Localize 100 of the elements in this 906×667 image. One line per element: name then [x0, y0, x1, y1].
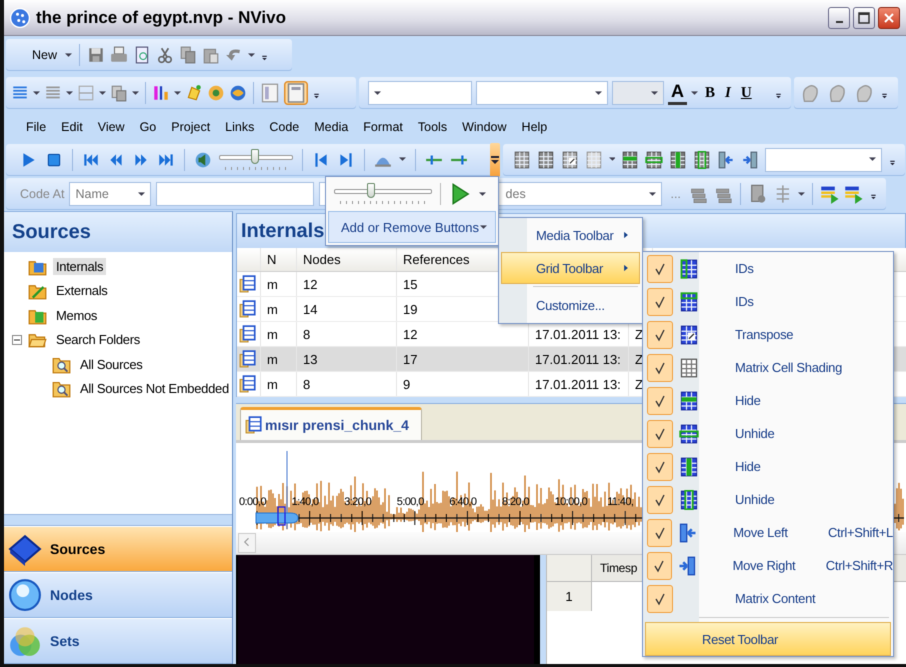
- caret-icon[interactable]: [132, 90, 139, 96]
- name-dropdown[interactable]: Name: [69, 182, 151, 206]
- checkbox[interactable]: [647, 288, 673, 316]
- caret-icon[interactable]: [480, 224, 487, 230]
- slider[interactable]: [219, 146, 293, 172]
- menu-item[interactable]: Tools: [412, 120, 454, 134]
- menu-item[interactable]: Help: [516, 120, 554, 134]
- documents-icon[interactable]: [110, 84, 128, 102]
- menu-item[interactable]: Unhide: [735, 492, 774, 507]
- tree-item[interactable]: Search Folders: [53, 331, 143, 348]
- panel-icon[interactable]: [260, 83, 280, 103]
- minimize-button[interactable]: [828, 6, 850, 28]
- badge-icon[interactable]: [207, 84, 225, 102]
- caret-icon[interactable]: [66, 90, 73, 96]
- collapse-icon[interactable]: [12, 334, 22, 345]
- caret-icon[interactable]: [65, 52, 72, 58]
- menu-item[interactable]: IDs: [735, 261, 754, 276]
- menu-item[interactable]: Move Right: [732, 558, 822, 573]
- speaker-icon[interactable]: [194, 150, 212, 168]
- navigation-button[interactable]: Nodes: [4, 572, 232, 618]
- checkbox[interactable]: [647, 584, 673, 612]
- menu-item[interactable]: Transpose: [735, 327, 794, 342]
- bold-button[interactable]: B: [702, 84, 718, 102]
- underline-button[interactable]: U: [738, 84, 755, 102]
- menu-item[interactable]: View: [92, 120, 131, 134]
- caret-icon[interactable]: [649, 192, 656, 196]
- bar-chart-icon[interactable]: [152, 84, 170, 102]
- caret-icon[interactable]: [33, 90, 40, 96]
- menu-item[interactable]: Edit: [55, 120, 89, 134]
- slider-thumb[interactable]: [367, 183, 376, 198]
- column-header[interactable]: Timesp: [592, 555, 638, 581]
- menu-item[interactable]: Format: [357, 120, 409, 134]
- caret-icon[interactable]: [651, 90, 658, 96]
- copy-icon[interactable]: [179, 46, 198, 64]
- checkbox[interactable]: [647, 518, 672, 546]
- font-color-button[interactable]: A: [668, 81, 687, 105]
- menu-item[interactable]: Code: [263, 120, 306, 134]
- caret-icon[interactable]: [399, 157, 406, 162]
- menu-item[interactable]: IDs: [735, 294, 754, 309]
- checkbox[interactable]: [647, 386, 673, 414]
- tree-item[interactable]: All Sources: [77, 356, 146, 373]
- menu-item[interactable]: Grid Toolbar: [501, 252, 640, 284]
- menu-item[interactable]: Go: [134, 120, 162, 134]
- caret-icon[interactable]: [691, 90, 698, 96]
- grid-icon[interactable]: [693, 150, 711, 168]
- menu-item[interactable]: Media Toolbar: [501, 219, 640, 251]
- code-field[interactable]: [156, 182, 314, 206]
- menu-item[interactable]: Links: [219, 120, 260, 134]
- slider[interactable]: [334, 181, 432, 207]
- checkbox[interactable]: [647, 354, 673, 382]
- report-icon[interactable]: [820, 184, 840, 204]
- column-header[interactable]: N: [261, 248, 297, 271]
- caret-icon[interactable]: [138, 192, 145, 196]
- caret-icon[interactable]: [608, 157, 616, 162]
- caret-icon[interactable]: [248, 52, 256, 58]
- checkbox[interactable]: [647, 320, 673, 348]
- navigation-button[interactable]: Sets: [4, 618, 232, 664]
- menu-item[interactable]: Move Left: [733, 525, 824, 540]
- grid-icon[interactable]: [560, 150, 579, 168]
- checkbox[interactable]: [647, 254, 673, 282]
- menu-item[interactable]: Project: [165, 120, 216, 134]
- checkbox[interactable]: [647, 486, 673, 514]
- menu-item[interactable]: Window: [456, 120, 513, 134]
- grid-icon[interactable]: [513, 150, 531, 168]
- menu-item[interactable]: Media: [308, 120, 354, 134]
- tree-item[interactable]: Externals: [53, 282, 110, 300]
- folder-icon[interactable]: [52, 379, 71, 398]
- save-icon[interactable]: [87, 46, 106, 64]
- caret-icon[interactable]: [374, 90, 381, 96]
- menu-item[interactable]: Add or Remove Buttons: [328, 211, 496, 243]
- checkbox[interactable]: [647, 552, 672, 580]
- tree-item[interactable]: All Sources Not Embedded: [77, 380, 232, 398]
- menu-item[interactable]: Matrix Cell Shading: [735, 360, 842, 375]
- document-tab[interactable]: mısır prensi_chunk_4: [240, 407, 422, 440]
- caret-icon[interactable]: [99, 90, 106, 96]
- column-header[interactable]: Nodes: [297, 248, 397, 271]
- globe-icon[interactable]: [229, 84, 247, 102]
- caret-icon[interactable]: [869, 157, 876, 162]
- toolbar-options-button[interactable]: [490, 142, 500, 176]
- grid-icon[interactable]: [621, 150, 640, 168]
- print-icon[interactable]: [110, 46, 128, 64]
- caret-icon[interactable]: [595, 90, 602, 96]
- caret-icon[interactable]: [798, 192, 805, 196]
- navigation-button[interactable]: Sources: [4, 526, 232, 572]
- cut-icon[interactable]: [156, 46, 174, 64]
- report-icon[interactable]: [844, 184, 864, 204]
- menu-item[interactable]: Matrix Content: [735, 591, 816, 606]
- tree-item[interactable]: Internals: [53, 258, 106, 275]
- tree-item[interactable]: Memos: [53, 306, 100, 324]
- checkbox[interactable]: [647, 452, 673, 480]
- menu-item[interactable]: Reset Toolbar: [645, 622, 891, 656]
- grid-icon[interactable]: [645, 150, 664, 168]
- menu-item[interactable]: Hide: [735, 459, 761, 474]
- maximize-button[interactable]: [853, 6, 875, 28]
- timeline-handle[interactable]: [256, 506, 298, 526]
- move-left-icon[interactable]: [716, 150, 735, 168]
- caret-icon[interactable]: [174, 90, 181, 96]
- close-button[interactable]: [878, 6, 900, 28]
- caret-icon[interactable]: [479, 192, 486, 196]
- move-right-icon[interactable]: [740, 150, 759, 168]
